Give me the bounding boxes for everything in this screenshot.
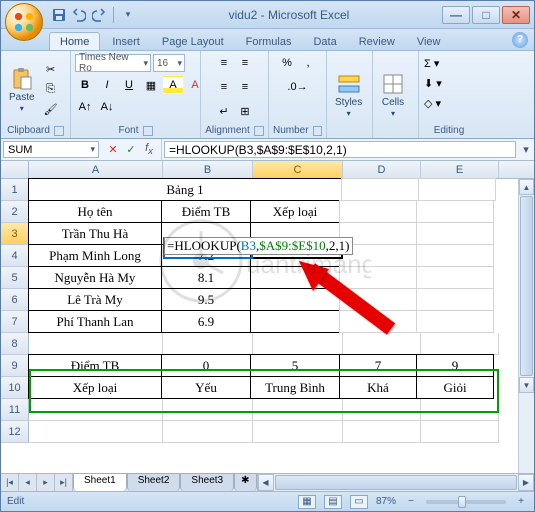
in-cell-formula-edit[interactable]: =HLOOKUP(B3,$A$9:$E$10,2,1)	[164, 237, 353, 255]
copy-icon[interactable]: ⎘	[41, 81, 61, 99]
autosum-icon[interactable]: Σ ▾	[423, 54, 440, 72]
align-mid-icon[interactable]: ≡	[235, 54, 255, 72]
minimize-button[interactable]: —	[442, 6, 470, 24]
underline-icon[interactable]: U	[119, 76, 139, 94]
page-layout-view-icon[interactable]: ▤	[324, 495, 342, 509]
scroll-left-icon[interactable]: ◀	[258, 474, 274, 491]
format-painter-icon[interactable]: 🖌	[41, 101, 61, 119]
merge-icon[interactable]: ⊞	[235, 102, 255, 120]
next-sheet-icon[interactable]: ▸	[37, 474, 55, 491]
zoom-in-icon[interactable]: +	[514, 496, 528, 507]
maximize-button[interactable]: □	[472, 6, 500, 24]
font-size-combo[interactable]: 16	[153, 54, 185, 72]
select-all-corner[interactable]	[1, 161, 29, 178]
border-icon[interactable]: ▦	[141, 76, 161, 94]
scroll-thumb[interactable]	[520, 196, 533, 376]
italic-icon[interactable]: I	[97, 76, 117, 94]
undo-icon[interactable]	[71, 7, 87, 23]
tab-review[interactable]: Review	[349, 33, 405, 50]
font-name-combo[interactable]: Times New Ro	[75, 54, 151, 72]
sheet-tab-bar: |◂ ◂ ▸ ▸| Sheet1 Sheet2 Sheet3 ✱ ◀ ▶	[1, 473, 534, 491]
qat-customize-icon[interactable]: ▾	[120, 7, 136, 23]
sheet-tab-2[interactable]: Sheet2	[127, 473, 181, 491]
tab-page-layout[interactable]: Page Layout	[152, 33, 234, 50]
last-sheet-icon[interactable]: ▸|	[55, 474, 73, 491]
new-sheet-icon[interactable]: ✱	[234, 473, 256, 491]
quick-access-toolbar: ▾	[51, 7, 136, 23]
clipboard-dialog-icon[interactable]	[54, 126, 64, 136]
tab-data[interactable]: Data	[303, 33, 346, 50]
office-button[interactable]	[5, 3, 43, 41]
sheet-tab-3[interactable]: Sheet3	[180, 473, 234, 491]
comma-icon[interactable]: ,	[298, 54, 318, 72]
worksheet-grid[interactable]: A B C D E 1 Bảng 1 2 Họ tên Điểm TB Xếp …	[1, 161, 534, 473]
number-dialog-icon[interactable]	[313, 126, 322, 136]
align-dialog-icon[interactable]	[254, 126, 264, 136]
bold-icon[interactable]: B	[75, 76, 95, 94]
tab-formulas[interactable]: Formulas	[236, 33, 302, 50]
ribbon: Paste▾ ✂ ⎘ 🖌 Clipboard Times New Ro 16 B…	[1, 51, 534, 139]
zoom-out-icon[interactable]: −	[404, 496, 418, 507]
first-sheet-icon[interactable]: |◂	[1, 474, 19, 491]
scroll-right-icon[interactable]: ▶	[518, 474, 534, 491]
close-button[interactable]: ✕	[502, 6, 530, 24]
status-bar: Edit ▦ ▤ ▭ 87% − +	[1, 491, 534, 511]
page-break-view-icon[interactable]: ▭	[350, 495, 368, 509]
vertical-scrollbar[interactable]: ▲ ▼	[518, 179, 534, 473]
styles-button[interactable]: Styles▾	[331, 70, 366, 120]
redo-icon[interactable]	[91, 7, 107, 23]
align-top-icon[interactable]: ≡	[214, 54, 234, 72]
save-icon[interactable]	[51, 7, 67, 23]
cell[interactable]: Bảng 1	[28, 178, 342, 201]
shrink-font-icon[interactable]: A↓	[97, 98, 117, 116]
wrap-text-icon[interactable]: ↵	[214, 102, 234, 120]
sheet-tab-1[interactable]: Sheet1	[73, 473, 127, 491]
scroll-down-icon[interactable]: ▼	[519, 377, 534, 393]
grow-font-icon[interactable]: A↑	[75, 98, 95, 116]
col-header-c[interactable]: C	[253, 161, 343, 178]
cells-button[interactable]: Cells▾	[377, 70, 409, 120]
zoom-slider[interactable]	[426, 500, 506, 504]
zoom-level[interactable]: 87%	[376, 496, 396, 507]
percent-icon[interactable]: %	[277, 54, 297, 72]
cancel-icon[interactable]: ✕	[105, 142, 121, 158]
clear-icon[interactable]: ◇ ▾	[423, 94, 442, 112]
font-dialog-icon[interactable]	[143, 126, 153, 136]
title-bar: ▾ vidu2 - Microsoft Excel — □ ✕	[1, 1, 534, 29]
enter-icon[interactable]: ✓	[123, 142, 139, 158]
name-box[interactable]: SUM	[3, 141, 99, 158]
increase-decimal-icon[interactable]: .0→	[288, 78, 308, 96]
tab-home[interactable]: Home	[49, 32, 100, 50]
expand-formula-bar-icon[interactable]: ▾	[518, 139, 534, 160]
prev-sheet-icon[interactable]: ◂	[19, 474, 37, 491]
cut-icon[interactable]: ✂	[41, 61, 61, 79]
paste-button[interactable]: Paste▾	[5, 65, 39, 115]
window-title: vidu2 - Microsoft Excel	[136, 8, 442, 22]
col-header-a[interactable]: A	[29, 161, 163, 178]
formula-bar[interactable]: =HLOOKUP(B3,$A$9:$E$10,2,1)	[164, 141, 516, 158]
horizontal-scrollbar[interactable]: ◀ ▶	[257, 474, 535, 491]
align-left-icon[interactable]: ≡	[214, 78, 234, 96]
tab-view[interactable]: View	[407, 33, 451, 50]
status-mode: Edit	[7, 496, 24, 507]
fill-color-icon[interactable]: A	[163, 76, 183, 94]
align-center-icon[interactable]: ≡	[235, 78, 255, 96]
normal-view-icon[interactable]: ▦	[298, 495, 316, 509]
col-header-b[interactable]: B	[163, 161, 253, 178]
fx-icon[interactable]: fx	[141, 142, 157, 158]
tab-insert[interactable]: Insert	[102, 33, 150, 50]
col-header-e[interactable]: E	[421, 161, 499, 178]
formula-bar-row: SUM ✕ ✓ fx =HLOOKUP(B3,$A$9:$E$10,2,1) ▾	[1, 139, 534, 161]
help-icon[interactable]: ?	[512, 32, 528, 48]
ribbon-tabs: Home Insert Page Layout Formulas Data Re…	[1, 29, 534, 51]
col-header-d[interactable]: D	[343, 161, 421, 178]
row-header[interactable]: 1	[1, 179, 29, 201]
fill-icon[interactable]: ⬇ ▾	[423, 74, 443, 92]
scroll-up-icon[interactable]: ▲	[519, 179, 534, 195]
